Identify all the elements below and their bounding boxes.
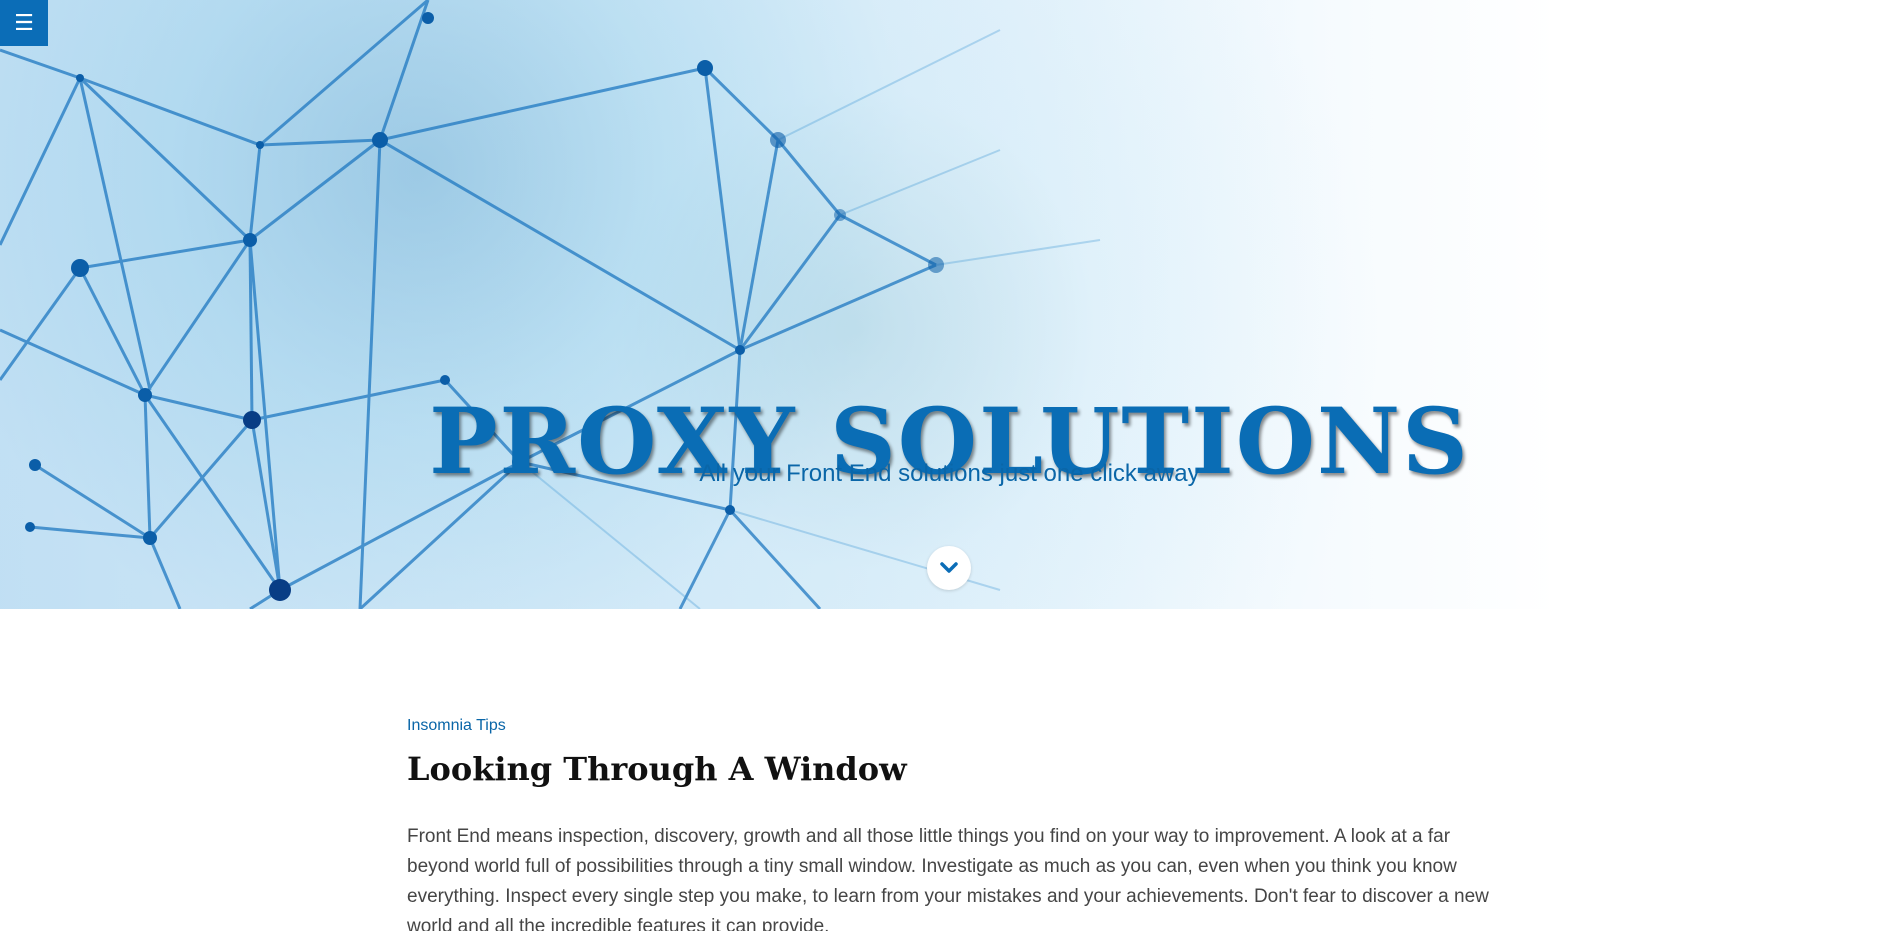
menu-button[interactable]: ☰	[0, 0, 48, 46]
hamburger-menu-icon: ☰	[14, 10, 34, 36]
article: Insomnia Tips Looking Through A Window F…	[407, 716, 1507, 931]
scroll-down-button[interactable]	[927, 546, 971, 590]
hero-banner: PROXY SOLUTIONS All your Front End solut…	[0, 0, 1899, 609]
network-background-image	[0, 0, 1101, 609]
chevron-down-icon	[940, 562, 958, 573]
article-title: Looking Through A Window	[407, 750, 907, 788]
category-link[interactable]: Insomnia Tips	[407, 716, 506, 736]
hero-subtitle: All your Front End solutions just one cl…	[699, 460, 1200, 487]
article-body: Front End means inspection, discovery, g…	[407, 826, 1489, 931]
